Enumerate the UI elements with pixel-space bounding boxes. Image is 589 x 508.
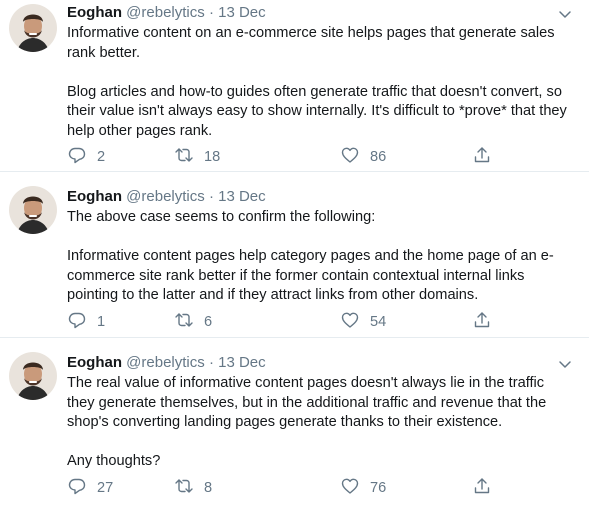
share-button[interactable]: [472, 478, 492, 498]
share-icon: [472, 310, 492, 334]
tweet[interactable]: Eoghan @rebelytics · 13 Dec The above ca…: [0, 172, 589, 338]
retweet-count: 8: [204, 480, 213, 496]
retweet-button[interactable]: 18: [174, 147, 220, 167]
reply-count: 1: [97, 314, 106, 330]
retweet-button[interactable]: 8: [174, 478, 212, 498]
author-name[interactable]: Eoghan: [67, 354, 122, 371]
tweet-actions: 1 6 54: [67, 312, 497, 332]
tweet-text: Informative content on an e-commerce sit…: [67, 24, 572, 141]
reply-count: 2: [97, 149, 106, 165]
separator-dot: ·: [208, 354, 214, 371]
avatar[interactable]: [9, 186, 57, 234]
avatar[interactable]: [9, 4, 57, 52]
retweet-button[interactable]: 6: [174, 312, 212, 332]
tweet[interactable]: Eoghan @rebelytics · 13 Dec The real val…: [0, 338, 589, 508]
like-count: 86: [370, 149, 387, 165]
share-icon: [472, 476, 492, 500]
tweet-paragraph: The real value of informative content pa…: [67, 375, 551, 430]
like-count: 76: [370, 480, 387, 496]
tweet-paragraph: Blog articles and how-to guides often ge…: [67, 83, 571, 139]
like-count: 54: [370, 314, 387, 330]
tweet-date[interactable]: 13 Dec: [218, 354, 266, 371]
avatar[interactable]: [9, 352, 57, 400]
author-handle[interactable]: @rebelytics: [126, 354, 205, 371]
tweet[interactable]: Eoghan @rebelytics · 13 Dec Informative …: [0, 0, 589, 172]
tweet-paragraph: The above case seems to confirm the foll…: [67, 209, 376, 225]
tweet-header: Eoghan @rebelytics · 13 Dec: [67, 354, 266, 372]
tweet-paragraph: Informative content on an e-commerce sit…: [67, 25, 559, 61]
tweet-actions: 2 18 86: [67, 147, 497, 167]
like-icon: [340, 310, 360, 334]
share-button[interactable]: [472, 147, 492, 167]
reply-icon: [67, 310, 87, 334]
tweet-paragraph: Any thoughts?: [67, 453, 161, 469]
separator-dot: ·: [208, 188, 214, 205]
tweet-paragraph: Informative content pages help category …: [67, 248, 554, 303]
retweet-count: 6: [204, 314, 213, 330]
tweet-actions: 27 8 76: [67, 478, 497, 498]
tweet-date[interactable]: 13 Dec: [218, 4, 266, 21]
like-icon: [340, 145, 360, 169]
like-button[interactable]: 86: [340, 147, 386, 167]
reply-button[interactable]: 27: [67, 478, 113, 498]
share-icon: [472, 145, 492, 169]
like-icon: [340, 476, 360, 500]
author-handle[interactable]: @rebelytics: [126, 4, 205, 21]
tweet-header: Eoghan @rebelytics · 13 Dec: [67, 4, 266, 22]
separator-dot: ·: [208, 4, 214, 21]
reply-button[interactable]: 2: [67, 147, 105, 167]
retweet-icon: [174, 145, 194, 169]
retweet-count: 18: [204, 149, 221, 165]
author-name[interactable]: Eoghan: [67, 4, 122, 21]
reply-button[interactable]: 1: [67, 312, 105, 332]
chevron-down-icon[interactable]: [557, 6, 573, 22]
like-button[interactable]: 76: [340, 478, 386, 498]
tweet-text: The above case seems to confirm the foll…: [67, 208, 572, 306]
retweet-icon: [174, 310, 194, 334]
reply-icon: [67, 145, 87, 169]
tweet-date[interactable]: 13 Dec: [218, 188, 266, 205]
author-name[interactable]: Eoghan: [67, 188, 122, 205]
retweet-icon: [174, 476, 194, 500]
share-button[interactable]: [472, 312, 492, 332]
reply-icon: [67, 476, 87, 500]
tweet-text: The real value of informative content pa…: [67, 374, 572, 472]
chevron-down-icon[interactable]: [557, 356, 573, 372]
reply-count: 27: [97, 480, 114, 496]
like-button[interactable]: 54: [340, 312, 386, 332]
tweet-header: Eoghan @rebelytics · 13 Dec: [67, 188, 266, 206]
author-handle[interactable]: @rebelytics: [126, 188, 205, 205]
